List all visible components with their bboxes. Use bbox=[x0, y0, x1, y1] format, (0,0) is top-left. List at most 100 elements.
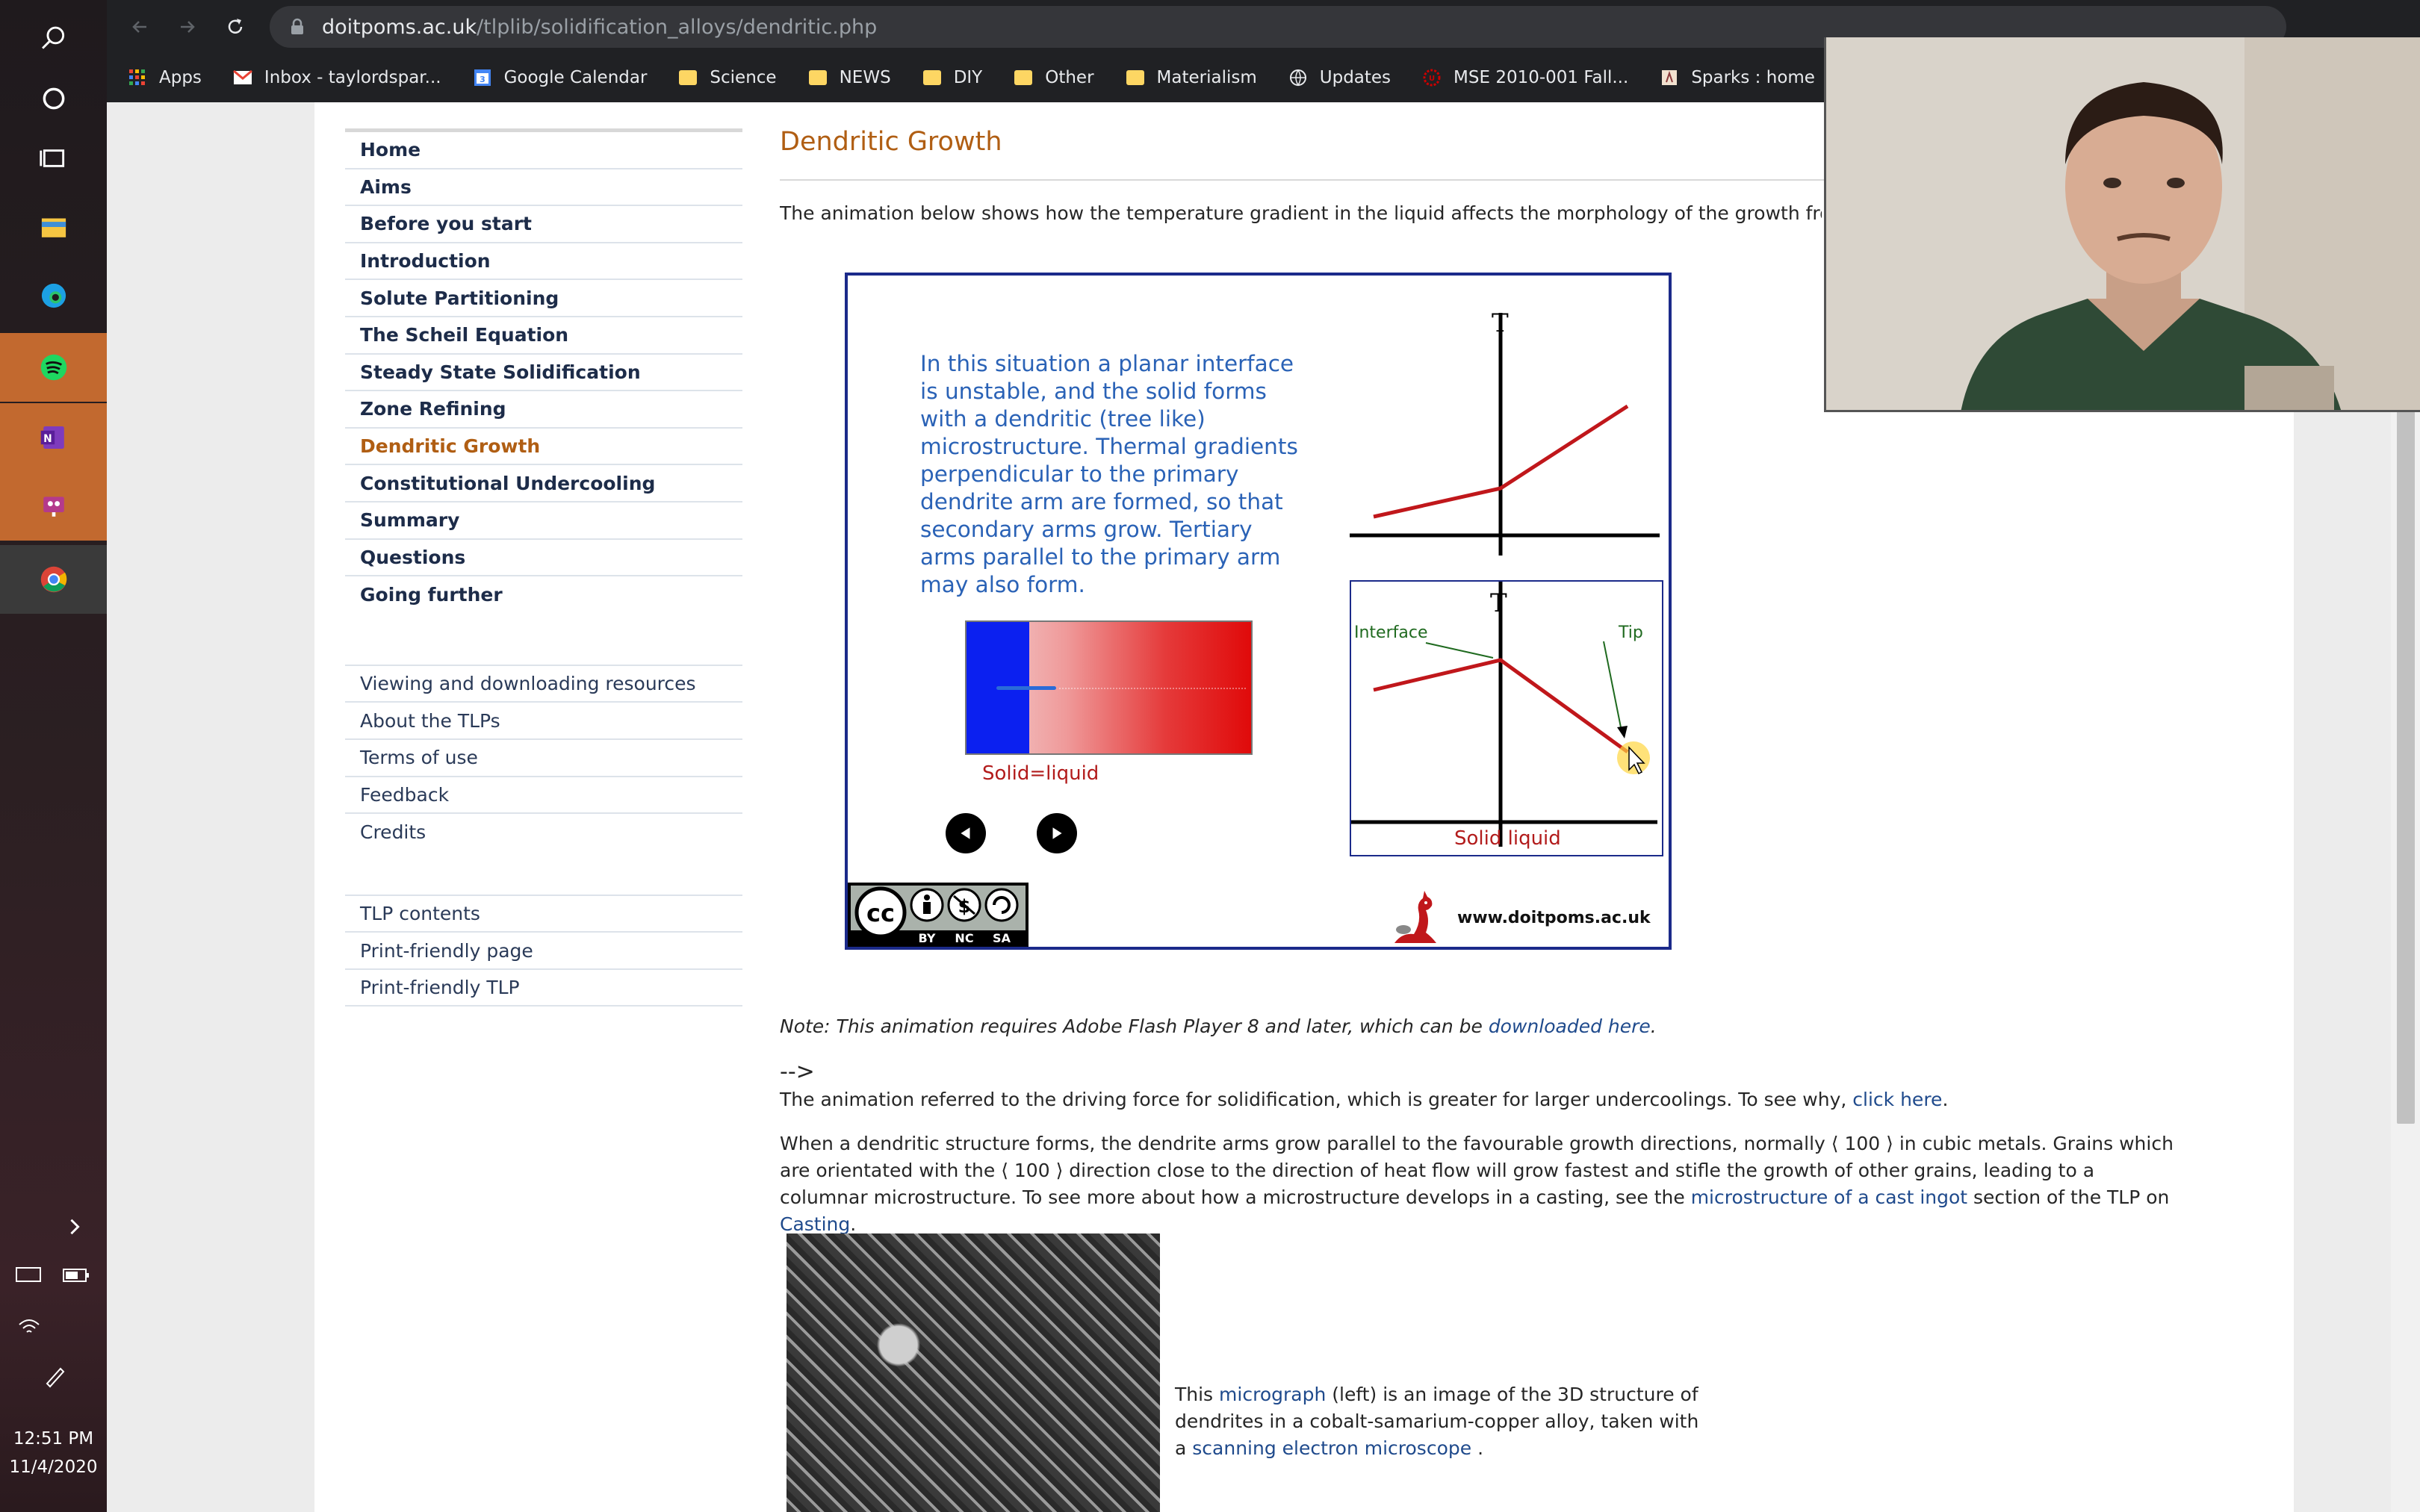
dendrite-tip bbox=[996, 686, 1056, 690]
arrow-right-icon bbox=[181, 21, 195, 33]
chevron-right-icon[interactable] bbox=[0, 1193, 107, 1260]
edge-icon[interactable] bbox=[0, 261, 107, 330]
bookmark-apps[interactable]: Apps bbox=[128, 68, 202, 87]
note-text: Note: This animation requires Adobe Flas… bbox=[780, 1015, 1489, 1037]
svg-text:$: $ bbox=[958, 896, 971, 917]
creative-commons-badge[interactable]: cc $ BY NC SA bbox=[848, 883, 1028, 947]
sidebar-item-going-further[interactable]: Going further bbox=[345, 576, 742, 614]
download-flash-link[interactable]: downloaded here bbox=[1489, 1015, 1651, 1037]
tip-label: Tip bbox=[1618, 623, 1643, 642]
sidebar-item-questions[interactable]: Questions bbox=[345, 539, 742, 577]
sidebar-item-zone-refining[interactable]: Zone Refining bbox=[345, 391, 742, 429]
sidebar-item-dendritic-growth[interactable]: Dendritic Growth bbox=[345, 428, 742, 466]
spotify-icon[interactable] bbox=[0, 333, 107, 402]
solid-liquid-interface-view bbox=[965, 620, 1253, 755]
gmail-icon bbox=[232, 68, 252, 87]
sidebar-item-viewing-resources[interactable]: Viewing and downloading resources bbox=[345, 665, 742, 703]
bookmark-materialism[interactable]: Materialism bbox=[1126, 68, 1257, 87]
folder-icon bbox=[808, 68, 828, 87]
dendrite-micrograph-image bbox=[786, 1233, 1160, 1512]
micrograph-caption: This micrograph (left) is an image of th… bbox=[1175, 1381, 1713, 1462]
sidebar-item-tlp-contents[interactable]: TLP contents bbox=[345, 895, 742, 933]
nav-spacer bbox=[345, 851, 742, 896]
sidebar-item-summary[interactable]: Summary bbox=[345, 502, 742, 540]
bookmark-label: Apps bbox=[159, 68, 202, 87]
sidebar-item-solute-partitioning[interactable]: Solute Partitioning bbox=[345, 280, 742, 317]
onenote-icon[interactable]: N bbox=[0, 403, 107, 472]
doitpoms-logo[interactable]: www.doitpoms.ac.uk bbox=[1387, 888, 1656, 948]
display-icon[interactable] bbox=[15, 1266, 42, 1284]
meeting-app-icon[interactable] bbox=[0, 472, 107, 541]
folder-icon bbox=[1126, 68, 1145, 87]
click-here-link[interactable]: click here bbox=[1852, 1089, 1942, 1110]
micrograph-link[interactable]: micrograph bbox=[1219, 1384, 1326, 1405]
screen: N 12:51 PM 11/4/2020 doitpoms.ac.uk /tlp… bbox=[0, 0, 2420, 1512]
paragraph-text: section of the TLP on bbox=[1967, 1186, 2170, 1208]
wifi-icon[interactable] bbox=[16, 1314, 42, 1337]
file-explorer-icon[interactable] bbox=[0, 193, 107, 261]
sem-link[interactable]: scanning electron microscope bbox=[1192, 1437, 1471, 1459]
svg-text:3: 3 bbox=[480, 75, 485, 84]
sidebar-item-feedback[interactable]: Feedback bbox=[345, 777, 742, 815]
bookmark-sparks[interactable]: Sparks : home bbox=[1660, 68, 1815, 87]
pen-icon[interactable] bbox=[41, 1363, 68, 1390]
bookmark-google-calendar[interactable]: 3 Google Calendar bbox=[473, 68, 647, 87]
webcam-overlay bbox=[1824, 37, 2420, 412]
task-view-icon[interactable] bbox=[0, 124, 107, 193]
tip-pointer bbox=[1603, 641, 1622, 732]
sidebar-item-aims[interactable]: Aims bbox=[345, 169, 742, 207]
interface-trace bbox=[1059, 688, 1246, 689]
lock-icon bbox=[291, 18, 303, 34]
cortana-icon[interactable] bbox=[0, 64, 107, 133]
bookmark-mse[interactable]: U MSE 2010-001 Fall... bbox=[1422, 68, 1628, 87]
presenter-video bbox=[1826, 37, 2420, 410]
nav-spacer bbox=[345, 614, 742, 666]
sidebar-item-before-you-start[interactable]: Before you start bbox=[345, 206, 742, 243]
cast-ingot-link[interactable]: microstructure of a cast ingot bbox=[1691, 1186, 1967, 1208]
bookmark-inbox[interactable]: Inbox - taylordspar... bbox=[232, 68, 441, 87]
driving-force-paragraph: The animation referred to the driving fo… bbox=[780, 1086, 2184, 1113]
bookmark-label: Science bbox=[710, 68, 777, 87]
svg-text:cc: cc bbox=[866, 899, 895, 927]
arrow-left-icon bbox=[132, 21, 146, 33]
battery-icon[interactable] bbox=[61, 1266, 91, 1284]
reload-button[interactable] bbox=[219, 10, 252, 43]
url-host: doitpoms.ac.uk bbox=[322, 15, 477, 39]
caption-suffix: . bbox=[1471, 1437, 1484, 1459]
bookmark-label: MSE 2010-001 Fall... bbox=[1453, 68, 1629, 87]
note-suffix: . bbox=[1650, 1015, 1657, 1037]
nav-group-resources: Viewing and downloading resources About … bbox=[345, 665, 742, 896]
tip-arrowhead bbox=[1617, 726, 1628, 738]
sidebar-item-credits[interactable]: Credits bbox=[345, 814, 742, 851]
animation-description: In this situation a planar interface is … bbox=[920, 351, 1298, 597]
sidebar-item-terms-of-use[interactable]: Terms of use bbox=[345, 739, 742, 777]
taskbar-time[interactable]: 12:51 PM bbox=[0, 1426, 107, 1452]
tlp-sidebar-nav: Home Aims Before you start Introduction … bbox=[345, 128, 742, 1007]
dendritic-growth-animation[interactable]: In this situation a planar interface is … bbox=[845, 273, 1672, 950]
sidebar-item-print-page[interactable]: Print-friendly page bbox=[345, 933, 742, 970]
chrome-icon[interactable] bbox=[0, 545, 107, 614]
search-icon[interactable] bbox=[0, 4, 107, 73]
back-button[interactable] bbox=[123, 10, 156, 43]
reload-icon bbox=[228, 19, 243, 34]
sidebar-item-constitutional-undercooling[interactable]: Constitutional Undercooling bbox=[345, 465, 742, 503]
bookmark-news[interactable]: NEWS bbox=[808, 68, 891, 87]
interface-pointer bbox=[1425, 642, 1494, 659]
previous-step-button[interactable] bbox=[946, 813, 986, 853]
sidebar-item-introduction[interactable]: Introduction bbox=[345, 243, 742, 281]
sidebar-item-steady-state[interactable]: Steady State Solidification bbox=[345, 354, 742, 392]
bookmark-diy[interactable]: DIY bbox=[922, 68, 982, 87]
bookmark-science[interactable]: Science bbox=[678, 68, 777, 87]
bookmark-updates[interactable]: Updates bbox=[1288, 68, 1391, 87]
casting-link[interactable]: Casting bbox=[780, 1213, 850, 1235]
forward-button[interactable] bbox=[171, 10, 204, 43]
sidebar-item-about-tlps[interactable]: About the TLPs bbox=[345, 703, 742, 740]
sidebar-item-scheil-equation[interactable]: The Scheil Equation bbox=[345, 317, 742, 355]
utah-icon: U bbox=[1422, 68, 1442, 87]
graph-axis-label-t: T bbox=[1490, 588, 1507, 618]
next-step-button[interactable] bbox=[1037, 813, 1077, 853]
taskbar-date[interactable]: 11/4/2020 bbox=[0, 1455, 107, 1480]
sidebar-item-home[interactable]: Home bbox=[345, 132, 742, 169]
sidebar-item-print-tlp[interactable]: Print-friendly TLP bbox=[345, 969, 742, 1007]
bookmark-other[interactable]: Other bbox=[1014, 68, 1094, 87]
